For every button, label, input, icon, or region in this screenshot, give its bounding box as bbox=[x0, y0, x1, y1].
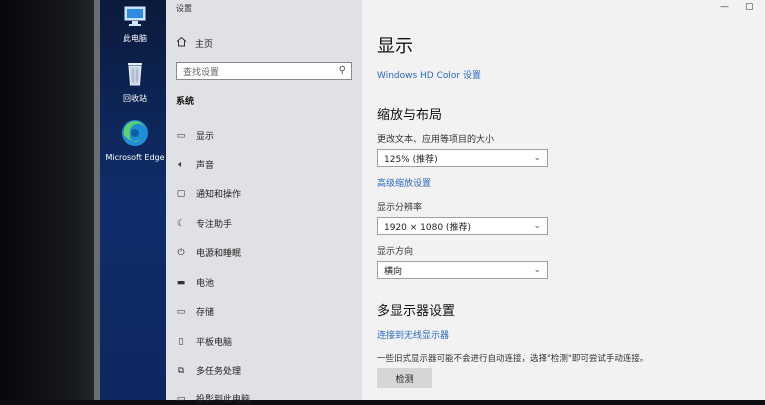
sidebar-item-label: 平板电脑 bbox=[196, 338, 233, 348]
recycle-bin-icon bbox=[100, 60, 170, 90]
desktop-icon-label: Microsoft Edge bbox=[105, 153, 165, 162]
sidebar-section-title: 系统 bbox=[176, 97, 195, 107]
sidebar-item-display[interactable]: ▭ 显示 bbox=[175, 129, 215, 143]
scale-layout-heading: 缩放与布局 bbox=[377, 108, 443, 123]
detect-description: 一些旧式显示器可能不会进行自动连接，选择"检测"即可尝试手动连接。 bbox=[377, 354, 649, 364]
sidebar-item-projecting[interactable]: ▭ 投影到此电脑 bbox=[175, 392, 250, 405]
sidebar-item-label: 专注助手 bbox=[196, 220, 233, 230]
sidebar-item-label: 通知和操作 bbox=[196, 190, 242, 200]
nav-home-label: 主页 bbox=[195, 39, 214, 50]
nav-home[interactable]: 主页 bbox=[176, 36, 213, 50]
text-size-label: 更改文本、应用等项目的大小 bbox=[377, 135, 495, 145]
sidebar-item-label: 多任务处理 bbox=[196, 367, 242, 377]
connect-wireless-display-link[interactable]: 连接到无线显示器 bbox=[377, 328, 449, 341]
sidebar-item-power[interactable]: ⏻ 电源和睡眠 bbox=[175, 246, 242, 260]
advanced-scaling-link[interactable]: 高级缩放设置 bbox=[377, 176, 431, 189]
home-icon bbox=[176, 36, 187, 50]
multitasking-icon: ⧉ bbox=[177, 365, 185, 376]
chevron-down-icon: ⌄ bbox=[533, 153, 541, 163]
desktop-icon-label: 此电脑 bbox=[123, 34, 147, 43]
chevron-down-icon: ⌄ bbox=[533, 221, 541, 231]
resolution-label: 显示分辨率 bbox=[377, 203, 423, 213]
sidebar-item-label: 存储 bbox=[196, 308, 215, 318]
hdr-color-settings-link[interactable]: Windows HD Color 设置 bbox=[377, 68, 481, 81]
chevron-down-icon: ⌄ bbox=[533, 265, 541, 275]
sound-icon: 🔈︎ bbox=[178, 159, 184, 170]
orientation-label: 显示方向 bbox=[377, 247, 414, 257]
sidebar-item-label: 投影到此电脑 bbox=[196, 395, 251, 405]
sidebar-item-label: 电源和睡眠 bbox=[196, 249, 242, 259]
desktop: 此电脑 回收站 Microsoft Edge bbox=[100, 0, 166, 400]
sidebar-item-notifications[interactable]: ▢ 通知和操作 bbox=[175, 187, 242, 201]
search-input[interactable]: 查找设置 ⚲ bbox=[176, 62, 352, 80]
detect-button[interactable]: 检测 bbox=[377, 368, 432, 388]
sidebar-item-sound[interactable]: 🔈︎ 声音 bbox=[175, 158, 215, 172]
window-title: 设置 bbox=[176, 4, 192, 13]
monitor-bezel bbox=[0, 0, 98, 400]
search-icon: ⚲ bbox=[338, 65, 346, 76]
multi-display-heading: 多显示器设置 bbox=[377, 304, 456, 319]
sidebar-item-battery[interactable]: ▬ 电池 bbox=[175, 276, 215, 290]
desktop-icon-recycle-bin[interactable]: 回收站 bbox=[100, 60, 170, 104]
display-icon: ▭ bbox=[176, 130, 186, 141]
text-size-value: 125% (推荐) bbox=[384, 154, 438, 165]
text-size-dropdown[interactable]: 125% (推荐) ⌄ bbox=[377, 149, 548, 167]
sidebar-item-focus-assist[interactable]: ☾ 专注助手 bbox=[175, 217, 233, 231]
this-pc-icon bbox=[100, 4, 170, 30]
sidebar-item-multitasking[interactable]: ⧉ 多任务处理 bbox=[175, 364, 242, 378]
projecting-icon: ▭ bbox=[176, 393, 186, 404]
sidebar-item-storage[interactable]: ▭ 存储 bbox=[175, 305, 215, 319]
tablet-icon: ▯ bbox=[178, 336, 184, 347]
sidebar-item-tablet[interactable]: ▯ 平板电脑 bbox=[175, 335, 233, 349]
desktop-icon-this-pc[interactable]: 此电脑 bbox=[100, 4, 170, 44]
search-placeholder: 查找设置 bbox=[183, 67, 220, 78]
notification-icon: ▢ bbox=[176, 188, 186, 199]
focus-assist-icon: ☾ bbox=[176, 218, 186, 229]
edge-icon bbox=[100, 118, 170, 150]
desktop-icon-label: 回收站 bbox=[123, 94, 147, 103]
sidebar-item-label: 声音 bbox=[196, 161, 215, 171]
desktop-icon-edge[interactable]: Microsoft Edge bbox=[100, 118, 170, 163]
orientation-value: 横向 bbox=[384, 266, 403, 277]
orientation-dropdown[interactable]: 横向 ⌄ bbox=[377, 261, 548, 279]
resolution-value: 1920 × 1080 (推荐) bbox=[384, 222, 471, 233]
maximize-icon[interactable]: ▢ bbox=[745, 2, 754, 12]
power-icon: ⏻ bbox=[177, 247, 185, 258]
sidebar-item-label: 电池 bbox=[196, 279, 215, 289]
battery-icon: ▬ bbox=[176, 277, 186, 288]
minimize-icon[interactable]: — bbox=[720, 2, 729, 12]
storage-icon: ▭ bbox=[176, 306, 186, 317]
page-title: 显示 bbox=[377, 36, 413, 57]
resolution-dropdown[interactable]: 1920 × 1080 (推荐) ⌄ bbox=[377, 217, 548, 235]
sidebar-item-label: 显示 bbox=[196, 132, 215, 142]
